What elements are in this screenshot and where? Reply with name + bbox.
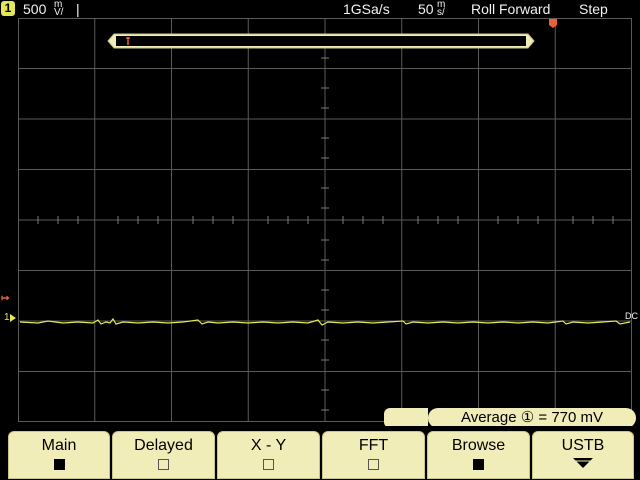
softkey-delayed[interactable]: Delayed <box>112 431 215 479</box>
fft-unselected-indicator <box>368 459 379 470</box>
timebase-unit: m s/ <box>437 0 446 18</box>
browse-selected-indicator <box>473 459 484 470</box>
delayed-unselected-indicator <box>158 459 169 470</box>
dc-coupling-label: DC <box>625 311 638 321</box>
channel-1-badge[interactable]: 1 <box>1 1 15 16</box>
measurement-channel: ① <box>520 409 535 426</box>
softkey-fft[interactable]: FFT <box>322 431 425 479</box>
trigger-level-marker[interactable]: ↦ <box>1 293 9 304</box>
ground-reference-arrow <box>10 314 16 322</box>
more-down-arrow-icon <box>573 458 593 468</box>
vertical-scale-value: 500 <box>23 1 47 17</box>
softkey-ustb[interactable]: USTB <box>532 431 634 479</box>
xy-unselected-indicator <box>263 459 274 470</box>
memory-position-bar <box>107 33 535 49</box>
run-state[interactable]: Step <box>579 1 608 17</box>
waveform-display <box>18 18 632 422</box>
acquisition-mode: Roll Forward <box>471 1 551 17</box>
vertical-scale-unit: m V/ <box>54 0 64 18</box>
channel-separator: | <box>76 1 80 17</box>
timebase-value: 50 <box>418 1 434 17</box>
ground-reference-ch1[interactable]: 1 <box>4 312 10 323</box>
measurement-value: = 770 mV <box>538 409 604 426</box>
main-selected-indicator <box>53 459 65 470</box>
softkey-browse[interactable]: Browse <box>427 431 530 479</box>
measurement-readout: Average ① = 770 mV <box>428 408 636 428</box>
sample-rate: 1GSa/s <box>343 1 390 17</box>
softkey-xy[interactable]: X - Y <box>217 431 320 479</box>
softkey-main[interactable]: Main <box>8 431 110 479</box>
measurement-tab[interactable] <box>384 408 428 428</box>
status-bar: 1 500 m V/ | 1GSa/s 50 m s/ Roll Forward… <box>0 0 640 18</box>
measurement-label: Average <box>460 409 517 426</box>
